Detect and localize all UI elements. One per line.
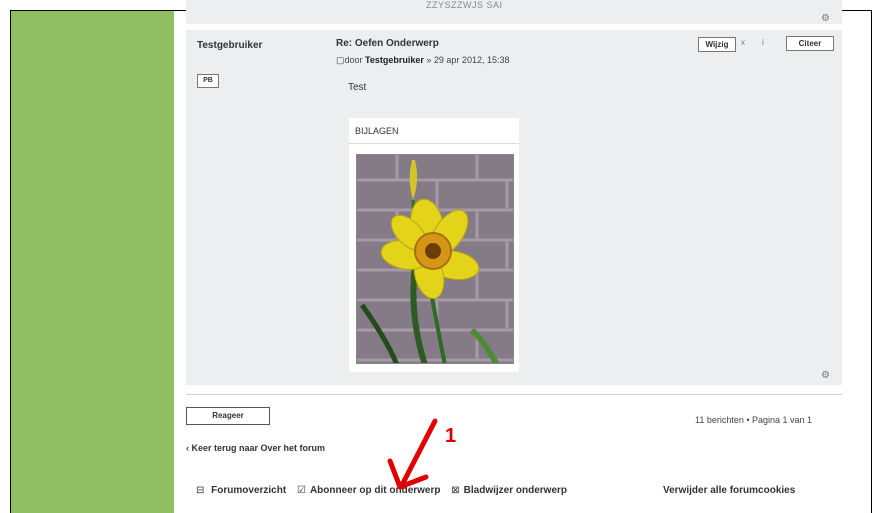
daffodil-photo[interactable]: [356, 154, 514, 364]
previous-post-snippet: ZZYSZZWJS SAI: [426, 0, 503, 10]
post-author[interactable]: Testgebruiker: [197, 40, 262, 51]
info-button[interactable]: i: [762, 38, 764, 47]
edit-button[interactable]: Wijzig: [698, 37, 736, 52]
green-sidebar: [11, 11, 174, 513]
subscribe-label: Abonneer op dit onderwerp: [309, 485, 441, 496]
pm-button[interactable]: PB: [197, 74, 219, 88]
post-meta-prefix: door: [344, 55, 363, 65]
subscribe-link[interactable]: ☑ Abonneer op dit onderwerp: [297, 485, 445, 496]
checkbox-icon: ☑: [296, 485, 306, 496]
annotation-number: 1: [445, 425, 457, 447]
post-meta: ▢door Testgebruiker » 29 apr 2012, 15:38: [336, 55, 509, 66]
previous-post: ZZYSZZWJS SAI: [186, 0, 842, 24]
delete-button[interactable]: x: [741, 38, 745, 47]
attachments-label: BIJLAGEN: [355, 126, 399, 136]
post-title[interactable]: Re: Oefen Onderwerp: [336, 38, 439, 49]
pagination-info: 11 berichten • Pagina 1 van 1: [695, 415, 813, 425]
gear-icon[interactable]: ⚙: [821, 370, 830, 381]
forum-overview-label: Forumoverzicht: [211, 485, 287, 496]
bookmark-label: Bladwijzer onderwerp: [463, 485, 568, 496]
back-to-forum-link[interactable]: ‹ Keer terug naar Over het forum: [186, 443, 325, 453]
home-icon: ⊟: [196, 485, 205, 496]
forum-overview-link[interactable]: ⊟ Forumoverzicht: [196, 485, 290, 496]
footer-links: ⊟ Forumoverzicht ☑ Abonneer op dit onderw…: [196, 485, 575, 496]
post-meta-date: » 29 apr 2012, 15:38: [423, 55, 510, 65]
post-meta-author[interactable]: Testgebruiker: [365, 55, 424, 65]
post-icon: ▢: [336, 55, 345, 65]
post-body: Test: [348, 82, 367, 93]
delete-cookies-link[interactable]: Verwijder alle forumcookies: [663, 485, 795, 496]
divider: [186, 394, 842, 395]
reply-button[interactable]: Reageer: [186, 407, 270, 425]
quote-button[interactable]: Citeer: [786, 36, 834, 51]
gear-icon[interactable]: ⚙: [821, 13, 830, 24]
bookmark-icon: ⊠: [451, 485, 460, 496]
frame-right-border: [871, 10, 872, 513]
attachments-divider: [349, 143, 519, 144]
bookmark-link[interactable]: ⊠ Bladwijzer onderwerp: [451, 485, 571, 496]
